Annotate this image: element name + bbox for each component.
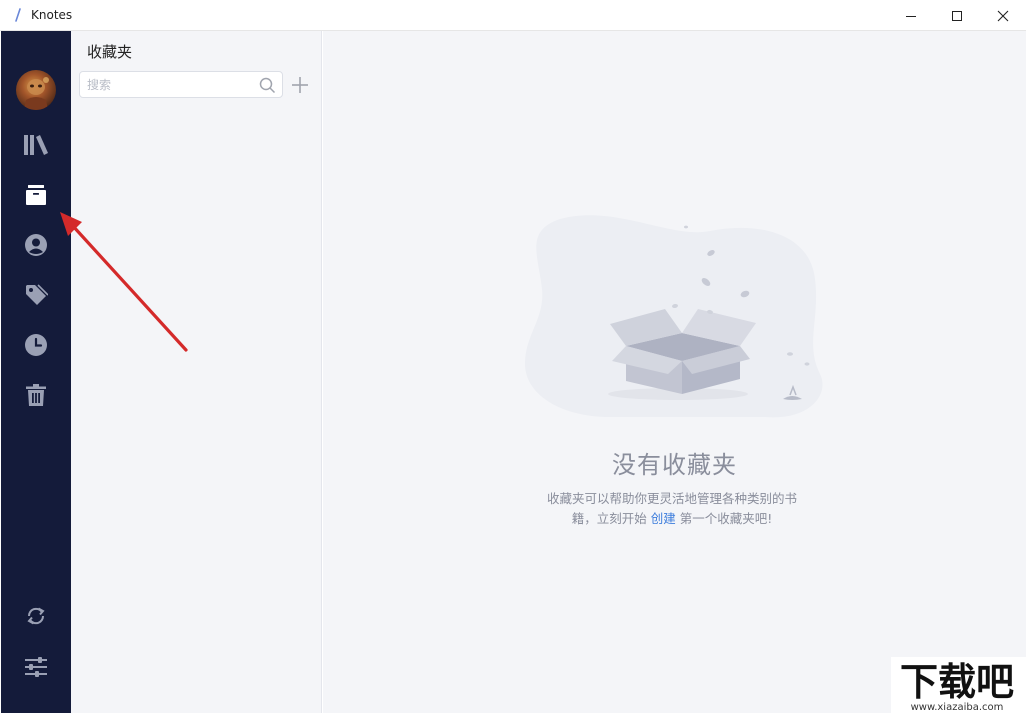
avatar[interactable] xyxy=(16,70,56,110)
maximize-button[interactable] xyxy=(934,0,980,31)
settings-sliders-icon xyxy=(25,657,47,677)
app-logo-icon xyxy=(15,8,21,22)
minimize-button[interactable] xyxy=(888,0,934,31)
panel-title: 收藏夹 xyxy=(87,43,133,61)
minimize-icon xyxy=(906,15,916,17)
sidebar-item-authors[interactable] xyxy=(21,230,51,260)
trash-icon xyxy=(26,384,46,406)
settings-button[interactable] xyxy=(21,652,51,682)
empty-desc-after-link: 第一个收藏夹吧! xyxy=(679,511,773,526)
empty-box-illustration xyxy=(525,215,823,418)
sidebar-rail xyxy=(1,31,71,713)
plus-icon xyxy=(292,77,308,93)
library-icon xyxy=(24,135,48,155)
sidebar-item-tags[interactable] xyxy=(21,280,51,310)
clock-icon xyxy=(25,334,47,356)
sidebar-item-library[interactable] xyxy=(21,130,51,160)
add-folder-button[interactable] xyxy=(289,74,311,96)
close-button[interactable] xyxy=(980,0,1026,31)
favorites-panel: 收藏夹 xyxy=(71,31,322,713)
tag-icon xyxy=(26,284,48,305)
sync-icon xyxy=(27,607,45,625)
window-title: Knotes xyxy=(31,8,73,22)
main-content: 没有收藏夹 收藏夹可以帮助你更灵活地管理各种类别的书 籍，立刻开始 创建 第一个… xyxy=(323,31,1026,713)
watermark-url: www.xiazaiba.com xyxy=(911,702,1004,713)
sync-button[interactable] xyxy=(21,601,51,631)
sidebar-item-trash[interactable] xyxy=(21,380,51,410)
empty-state-description: 收藏夹可以帮助你更灵活地管理各种类别的书 籍，立刻开始 创建 第一个收藏夹吧! xyxy=(527,489,817,529)
create-folder-link[interactable]: 创建 xyxy=(651,511,676,526)
sidebar-item-recent[interactable] xyxy=(21,330,51,360)
close-icon xyxy=(997,10,1009,21)
empty-desc-before-link: 籍，立刻开始 xyxy=(571,511,647,526)
search-input[interactable] xyxy=(87,75,252,94)
empty-desc-line-1: 收藏夹可以帮助你更灵活地管理各种类别的书 xyxy=(546,491,797,506)
search-icon[interactable] xyxy=(259,77,276,94)
archive-box-icon xyxy=(26,185,46,205)
maximize-icon xyxy=(952,10,962,21)
user-icon xyxy=(25,234,47,256)
avatar-image xyxy=(16,70,56,110)
title-bar: Knotes xyxy=(0,0,1026,31)
empty-desc-line-2: 籍，立刻开始 创建 第一个收藏夹吧! xyxy=(527,509,817,529)
watermark-logo: 下载吧 www.xiazaiba.com xyxy=(891,657,1026,713)
watermark-text: 下载吧 xyxy=(900,660,1014,704)
empty-state-title: 没有收藏夹 xyxy=(612,451,737,479)
sidebar-item-favorites[interactable] xyxy=(21,180,51,210)
search-box[interactable] xyxy=(79,71,283,98)
